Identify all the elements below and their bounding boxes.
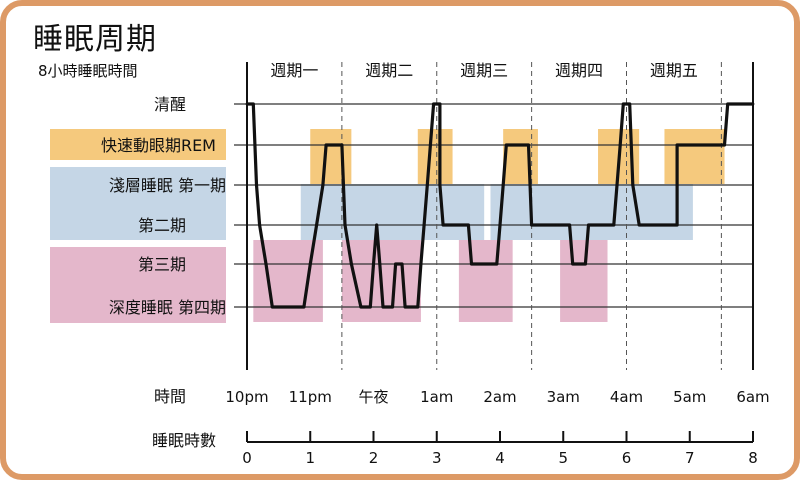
hypnogram-point — [751, 102, 755, 106]
time-tick-label: 10pm — [225, 388, 268, 406]
hours-tick-label: 4 — [495, 449, 505, 467]
hours-tick-label: 8 — [748, 449, 758, 467]
hypnogram-point — [416, 305, 420, 309]
hypnogram-point — [571, 262, 575, 266]
hypnogram-point — [587, 223, 590, 227]
time-tick-label: 1am — [420, 388, 453, 406]
hypnogram-point — [419, 262, 423, 266]
time-tick-label: 3am — [547, 388, 580, 406]
cycle-label: 週期二 — [365, 61, 413, 80]
hypnogram-point — [403, 305, 407, 309]
hypnogram-point — [470, 262, 473, 266]
hypnogram-point — [270, 305, 274, 309]
stage-label-n4: 深度睡眠 第四期 — [109, 298, 226, 317]
hypnogram-point — [637, 223, 641, 227]
time-tick-label: 5am — [673, 388, 706, 406]
cycle-label: 週期一 — [270, 61, 318, 80]
time-axis-label: 時間 — [154, 387, 186, 406]
hypnogram-point — [375, 223, 379, 227]
highlight-box-deep — [560, 240, 608, 322]
hypnogram-point — [251, 102, 255, 106]
hypnogram-point — [498, 223, 502, 227]
time-tick-label: 午夜 — [358, 388, 388, 406]
hypnogram-point — [302, 305, 306, 309]
hypnogram-point — [315, 223, 318, 227]
hours-axis-label: 睡眠時數 — [152, 431, 216, 450]
hypnogram-point — [429, 143, 432, 147]
hypnogram-point — [568, 223, 571, 227]
hypnogram-point — [438, 102, 442, 106]
hypnogram-point — [501, 183, 505, 187]
hours-tick-label: 7 — [685, 449, 695, 467]
hypnogram-point — [432, 102, 435, 106]
hypnogram-point — [391, 305, 394, 309]
hypnogram-point — [555, 223, 559, 227]
hours-tick-label: 6 — [622, 449, 632, 467]
hypnogram-point — [618, 143, 622, 147]
hypnogram-point — [381, 305, 385, 309]
cycle-label: 週期四 — [555, 61, 603, 80]
hours-tick-label: 0 — [242, 449, 252, 467]
time-tick-label: 4am — [610, 388, 643, 406]
hypnogram-point — [425, 183, 429, 187]
time-tick-label: 6am — [736, 388, 769, 406]
stage-label-n1: 淺層睡眠 第一期 — [109, 176, 226, 195]
hypnogram-point — [527, 143, 530, 147]
hypnogram-point — [466, 223, 470, 227]
sleep-cycle-chart: 清醒快速動眼期REM 淺層睡眠 第一期第二期第三期深度睡眠 第四期 週期一 週期二 週期… — [50, 61, 770, 467]
hypnogram-point — [726, 102, 730, 106]
stage-label-awake: 清醒 — [154, 95, 186, 114]
hypnogram-point — [504, 143, 508, 147]
hypnogram-point — [495, 262, 499, 266]
hypnogram-point — [349, 262, 353, 266]
highlight-box-rem — [417, 129, 453, 184]
highlight-box-rem — [503, 129, 538, 184]
hours-tick-label: 3 — [432, 449, 442, 467]
hypnogram-point — [530, 223, 534, 227]
hypnogram-point — [343, 223, 347, 227]
hours-tick-label: 2 — [369, 449, 379, 467]
hypnogram-point — [264, 262, 268, 266]
hypnogram-point — [368, 305, 372, 309]
cycle-label: 週期三 — [460, 61, 508, 80]
hypnogram-point — [612, 223, 616, 227]
hypnogram-point — [378, 262, 382, 266]
highlight-box-rem — [310, 129, 352, 184]
hypnogram-point — [308, 262, 312, 266]
hours-tick-label: 5 — [558, 449, 568, 467]
highlight-box-rem — [664, 129, 725, 184]
hypnogram-point — [628, 102, 632, 106]
time-tick-label: 2am — [483, 388, 516, 406]
hypnogram-point — [583, 262, 587, 266]
highlight-box-deep — [458, 240, 513, 322]
hypnogram-point — [615, 183, 619, 187]
time-tick-label: 11pm — [289, 388, 332, 406]
hypnogram-point — [675, 143, 679, 147]
stage-label-n3: 第三期 — [138, 255, 186, 274]
hypnogram-point — [245, 102, 249, 106]
hypnogram-point — [324, 143, 328, 147]
stage-label-rem: 快速動眼期REM — [101, 136, 216, 155]
hypnogram-point — [675, 223, 679, 227]
stage-label-n2: 第二期 — [138, 216, 186, 235]
hypnogram-point — [340, 143, 344, 147]
hypnogram-point — [394, 262, 398, 266]
highlight-box-light — [300, 184, 485, 240]
hypnogram-point — [372, 262, 375, 266]
hypnogram-point — [400, 262, 404, 266]
hypnogram-point — [438, 183, 442, 187]
hypnogram-point — [723, 143, 726, 147]
hypnogram-point — [621, 102, 625, 106]
hypnogram-point — [359, 305, 363, 309]
hypnogram-point — [422, 223, 426, 227]
highlight-box-light — [490, 184, 693, 240]
hypnogram-point — [631, 183, 635, 187]
hypnogram-point — [258, 223, 262, 227]
hypnogram-point — [441, 223, 445, 227]
hypnogram-point — [255, 183, 258, 187]
cycle-label: 週期五 — [650, 61, 698, 80]
hypnogram-point — [321, 183, 325, 187]
hours-tick-label: 1 — [305, 449, 315, 467]
